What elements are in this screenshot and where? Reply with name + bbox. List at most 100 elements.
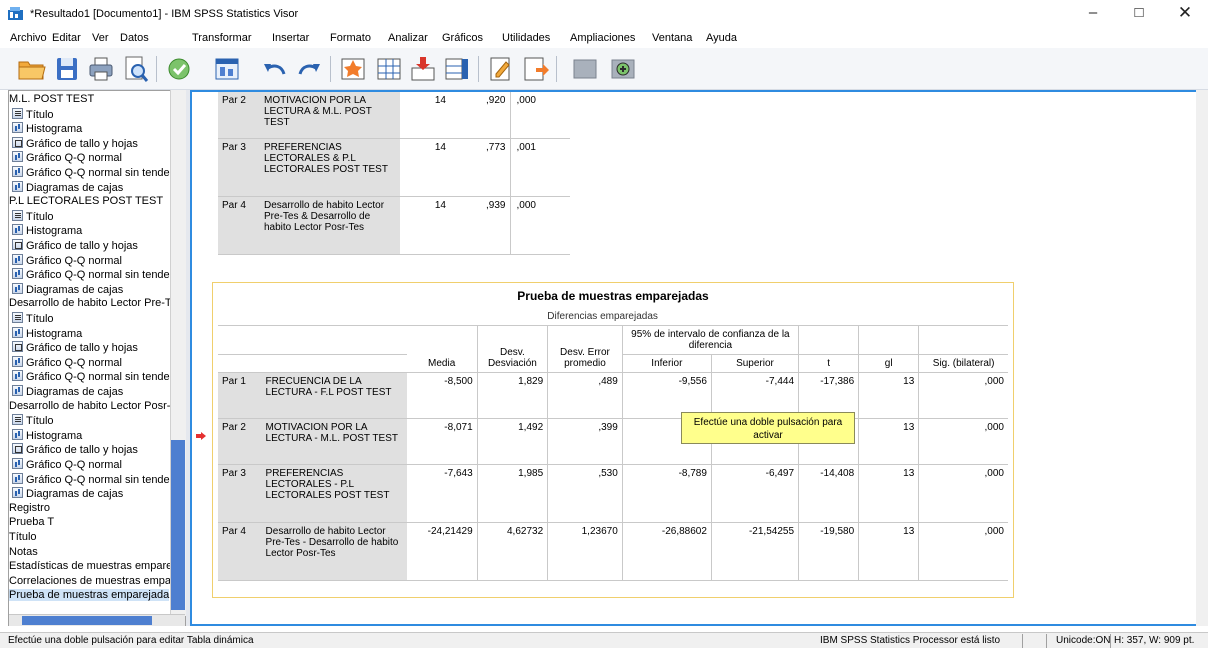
outline-item[interactable]: Gráfico Q-Q normal sin tende (12, 268, 170, 282)
outline-item[interactable]: Prueba de muestras emparejada (9, 589, 170, 602)
print-preview-icon[interactable] (120, 54, 150, 84)
menu-ayuda[interactable]: Ayuda (706, 32, 737, 44)
menu-graficos[interactable]: Gráficos (442, 32, 483, 44)
outline-item[interactable]: Histograma (12, 224, 83, 238)
hide-icon[interactable] (570, 54, 600, 84)
split-file-icon[interactable] (486, 54, 516, 84)
cell-n: 14 (400, 196, 450, 255)
outline-item[interactable]: Gráfico Q-Q normal sin tende (12, 166, 170, 179)
show-icon[interactable] (608, 54, 638, 84)
content-vertical-scrollbar[interactable] (1196, 90, 1208, 626)
outline-item[interactable]: Diagramas de cajas (12, 385, 123, 398)
outline-item[interactable]: Diagramas de cajas (12, 282, 124, 296)
outline-item[interactable]: Gráfico Q-Q normal (12, 151, 122, 164)
outline-item-label: Gráfico Q-Q normal sin tende (26, 371, 170, 384)
cell-value: ,000 (918, 522, 1008, 581)
outline-item-label: Histograma (26, 225, 83, 238)
undo-icon[interactable] (260, 54, 290, 84)
menu-editar[interactable]: Editar (52, 32, 81, 44)
maximize-button[interactable]: □ (1116, 0, 1162, 28)
weight-cases-icon[interactable] (520, 54, 550, 84)
outline-scroll-thumb[interactable] (171, 440, 185, 610)
cell-value: -24,21429 (406, 522, 478, 581)
menu-ampliaciones[interactable]: Ampliaciones (570, 32, 635, 44)
outline-item-label: Diagramas de cajas (26, 283, 124, 296)
outline-item[interactable]: Título (9, 531, 37, 543)
outline-item[interactable]: Título (12, 414, 54, 427)
insert-cases-icon[interactable] (408, 54, 438, 84)
goto-variable-icon[interactable] (374, 54, 404, 84)
menu-archivo[interactable]: Archivo (10, 32, 47, 44)
menu-datos[interactable]: Datos (120, 32, 149, 44)
cell-value: 1,985 (476, 464, 548, 523)
outline-item[interactable]: Gráfico Q-Q normal sin tende (12, 370, 170, 384)
redo-icon[interactable] (294, 54, 324, 84)
outline-item-label: Desarrollo de habito Lector Posr- (9, 399, 171, 412)
outline-item[interactable]: Gráfico de tallo y hojas (12, 443, 138, 456)
column-header: Media (406, 325, 478, 373)
outline-item[interactable]: Gráfico Q-Q normal (12, 253, 122, 267)
table-row[interactable]: Par 3 PREFERENCIAS LECTORALES - P.L LECTO… (218, 464, 1008, 523)
outline-item[interactable]: Diagramas de cajas (12, 180, 123, 194)
outline-item[interactable]: Desarrollo de habito Lector Pre-T (9, 297, 172, 309)
open-folder-icon[interactable] (16, 54, 46, 84)
outline-item[interactable]: P.L LECTORALES POST TEST (9, 195, 163, 207)
menu-analizar[interactable]: Analizar (388, 32, 428, 44)
outline-item[interactable]: Gráfico Q-Q normal (12, 458, 122, 471)
outline-item[interactable]: Diagramas de cajas (12, 487, 123, 500)
outline-item[interactable]: Histograma (12, 326, 82, 340)
menu-insertar[interactable]: Insertar (272, 32, 309, 44)
outline-item[interactable]: Correlaciones de muestras empa (9, 575, 171, 587)
table-row[interactable]: Par 2 MOTIVACION POR LA LECTURA - M.L. PO… (218, 418, 1008, 465)
outline-item[interactable]: Título (12, 209, 54, 223)
outline-item[interactable]: Gráfico de tallo y hojas (12, 341, 138, 354)
close-button[interactable]: ✕ (1162, 0, 1208, 28)
table-row: Par 2 MOTIVACION POR LA LECTURA & M.L. P… (218, 92, 570, 139)
outline-item[interactable]: Notas (9, 546, 38, 558)
outline-item[interactable]: Registro (9, 502, 50, 514)
minimize-button[interactable]: – (1070, 0, 1116, 28)
activate-tooltip: Efectúe una doble pulsación para activar (681, 412, 855, 444)
stem-leaf-icon (12, 136, 23, 148)
insert-variable-icon[interactable] (442, 54, 472, 84)
menu-transformar[interactable]: Transformar (192, 32, 252, 44)
table-row[interactable]: Par 1 FRECUENCIA DE LA LECTURA - F.L POST… (218, 372, 1008, 419)
outline-horizontal-scroll-thumb[interactable] (22, 616, 152, 625)
outline-item[interactable]: Gráfico Q-Q normal sin tende (12, 472, 170, 486)
outline-item-label: Registro (9, 501, 50, 514)
outline-pane[interactable]: M.L. POST TEST Título Histograma Gráfico de… (8, 90, 186, 626)
group-header: Diferencias emparejadas (406, 308, 799, 326)
outline-item[interactable]: Título (12, 107, 54, 121)
outline-item-label: Gráfico Q-Q normal sin tende (26, 473, 170, 486)
recall-dialog-icon[interactable] (212, 54, 242, 84)
outline-item-label: Gráfico de tallo y hojas (26, 240, 138, 252)
outline-item[interactable]: Desarrollo de habito Lector Posr- (9, 400, 170, 412)
goto-case-icon[interactable] (338, 54, 368, 84)
outline-item[interactable]: Histograma (12, 122, 82, 135)
correlations-table[interactable]: Par 2 MOTIVACION POR LA LECTURA & M.L. P… (218, 92, 570, 255)
column-header: Inferior (621, 354, 712, 373)
table-row[interactable]: Par 4 Desarrollo de habito Lector Pre-Tes… (218, 522, 1008, 581)
outline-item-label: P.L LECTORALES POST TEST (9, 195, 164, 208)
outline-item[interactable]: Histograma (12, 428, 82, 442)
print-icon[interactable] (86, 54, 116, 84)
outline-item[interactable]: Estadísticas de muestras empare (9, 560, 172, 572)
outline-item[interactable]: Prueba T (9, 516, 54, 528)
menu-ver[interactable]: Ver (92, 32, 109, 44)
outline-item[interactable]: Gráfico de tallo y hojas (12, 136, 138, 150)
menu-ventana[interactable]: Ventana (652, 32, 692, 44)
outline-item[interactable]: Gráfico de tallo y hojas (12, 239, 138, 252)
column-header: Desv. Desviación (476, 325, 548, 373)
menu-formato[interactable]: Formato (330, 32, 371, 44)
menu-utilidades[interactable]: Utilidades (502, 32, 550, 44)
outline-item[interactable]: Gráfico Q-Q normal (12, 355, 122, 369)
export-icon[interactable] (164, 54, 194, 84)
pair-variables: Desarrollo de habito Lector Pre-Tes - De… (261, 522, 407, 581)
outline-item[interactable]: Título (12, 312, 54, 325)
outline-item[interactable]: M.L. POST TEST (9, 93, 94, 105)
cell-value: ,399 (547, 418, 623, 465)
outline-item-label: Gráfico Q-Q normal sin tende (26, 269, 170, 282)
outline-item-label: Gráfico Q-Q normal (26, 254, 122, 267)
save-icon[interactable] (52, 54, 82, 84)
paired-samples-test-table[interactable]: Diferencias emparejadas Media Desv. Desv… (218, 308, 1008, 581)
